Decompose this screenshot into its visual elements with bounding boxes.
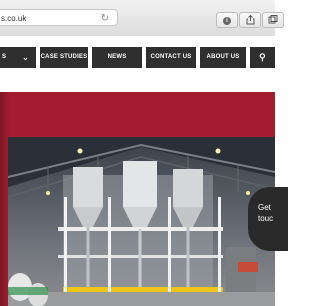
cta-text-line1: Get (258, 203, 271, 212)
browser-toolbar: s.co.uk ↻ i (0, 0, 284, 37)
factory-illustration (8, 137, 275, 306)
tabs-icon (268, 15, 278, 24)
site-nav: S ⌄ CASE STUDIES NEWS CONTACT US ABOUT U… (0, 36, 275, 80)
nav-item-case-studies[interactable]: CASE STUDIES (40, 47, 88, 68)
nav-item-label: CASE STUDIES (40, 54, 88, 60)
address-bar[interactable]: s.co.uk ↻ (0, 9, 118, 26)
cta-text-line2: touc (258, 214, 274, 223)
nav-item-label: NEWS (107, 54, 127, 60)
share-icon (246, 14, 254, 25)
nav-item-services[interactable]: S ⌄ (0, 47, 36, 68)
chevron-down-icon: ⌄ (22, 53, 29, 62)
nav-item-about-us[interactable]: ABOUT US (200, 47, 246, 68)
nav-item-news[interactable]: NEWS (92, 47, 142, 68)
hero-image (8, 137, 275, 306)
share-button[interactable] (239, 12, 261, 28)
url-text: s.co.uk (1, 14, 27, 23)
search-button[interactable]: ⚲ (250, 47, 275, 68)
reload-icon[interactable]: ↻ (101, 10, 109, 27)
get-in-touch-button[interactable]: Get touc (248, 187, 288, 251)
nav-item-label: S (2, 54, 7, 60)
nav-item-contact-us[interactable]: CONTACT US (146, 47, 196, 68)
tabs-button[interactable] (262, 12, 284, 28)
info-button[interactable]: i (216, 12, 238, 28)
search-icon: ⚲ (259, 52, 266, 62)
nav-item-label: ABOUT US (206, 54, 240, 60)
info-icon: i (223, 16, 231, 25)
nav-item-label: CONTACT US (150, 54, 192, 60)
